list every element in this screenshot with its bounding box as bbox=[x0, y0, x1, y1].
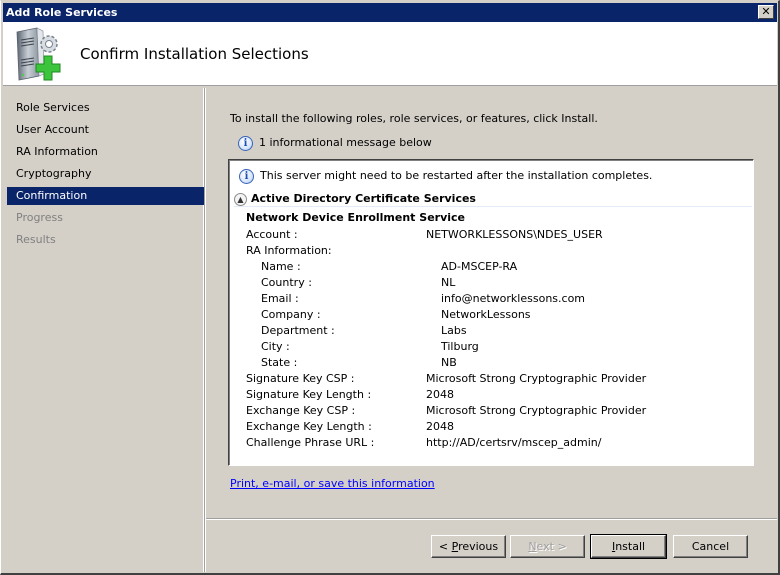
sidebar-item-results: Results bbox=[16, 233, 56, 246]
detail-row-ra-name: Name : AD-MSCEP-RA bbox=[261, 259, 741, 275]
previous-button[interactable]: < Previous bbox=[431, 535, 506, 558]
detail-key: City : bbox=[261, 340, 290, 353]
chevron-up-icon[interactable]: ▲ bbox=[234, 192, 247, 206]
detail-row-ra-country: Country : NL bbox=[261, 275, 741, 291]
next-button: Next > bbox=[510, 535, 585, 558]
next-accel: N bbox=[528, 540, 537, 553]
service-name: Network Device Enrollment Service bbox=[246, 211, 465, 224]
detail-key: Account : bbox=[246, 228, 298, 241]
detail-row-ra-state: State : NB bbox=[261, 355, 741, 371]
cancel-button[interactable]: Cancel bbox=[673, 535, 748, 558]
detail-key: RA Information: bbox=[246, 244, 332, 257]
previous-rest: revious bbox=[458, 540, 499, 553]
info-message-text: 1 informational message below bbox=[259, 136, 432, 149]
install-rest: nstall bbox=[615, 540, 646, 553]
sidebar-item-confirmation[interactable]: Confirmation bbox=[7, 187, 204, 205]
detail-value: Microsoft Strong Cryptographic Provider bbox=[426, 404, 647, 417]
detail-value: Labs bbox=[441, 324, 467, 337]
print-save-link[interactable]: Print, e-mail, or save this information bbox=[230, 477, 435, 490]
detail-row-ra-department: Department : Labs bbox=[261, 323, 741, 339]
server-add-icon bbox=[16, 27, 61, 81]
detail-key: Challenge Phrase URL : bbox=[246, 436, 375, 449]
detail-value: Tilburg bbox=[441, 340, 479, 353]
detail-key: Email : bbox=[261, 292, 299, 305]
restart-note-text: This server might need to be restarted a… bbox=[260, 169, 653, 182]
window-title: Add Role Services bbox=[6, 6, 118, 19]
detail-row-signature-csp: Signature Key CSP : Microsoft Strong Cry… bbox=[246, 371, 746, 387]
ra-information-label: RA Information: bbox=[246, 243, 746, 259]
detail-row-account: Account : NETWORKLESSONS\NDES_USER bbox=[246, 227, 746, 243]
close-icon: ✕ bbox=[761, 5, 771, 18]
detail-value: http://AD/certsrv/mscep_admin/ bbox=[426, 436, 602, 449]
previous-prefix: < bbox=[438, 540, 452, 553]
button-area-divider bbox=[206, 518, 777, 520]
detail-key: Exchange Key Length : bbox=[246, 420, 372, 433]
detail-value: info@networklessons.com bbox=[441, 292, 586, 305]
sidebar-item-role-services[interactable]: Role Services bbox=[7, 99, 204, 117]
detail-row-ra-email: Email : info@networklessons.com bbox=[261, 291, 741, 307]
detail-row-exchange-key-length: Exchange Key Length : 2048 bbox=[246, 419, 746, 435]
page-title: Confirm Installation Selections bbox=[80, 45, 309, 63]
info-icon: i bbox=[238, 135, 253, 151]
confirmation-content: To install the following roles, role ser… bbox=[206, 88, 777, 518]
detail-row-exchange-csp: Exchange Key CSP : Microsoft Strong Cryp… bbox=[246, 403, 746, 419]
detail-value: 2048 bbox=[426, 388, 454, 401]
info-icon: i bbox=[239, 168, 254, 184]
title-bar[interactable]: Add Role Services ✕ bbox=[3, 3, 777, 22]
detail-key: Exchange Key CSP : bbox=[246, 404, 356, 417]
detail-value: 2048 bbox=[426, 420, 454, 433]
detail-key: Company : bbox=[261, 308, 321, 321]
restart-note: i This server might need to be restarted … bbox=[239, 168, 652, 184]
detail-key: Signature Key CSP : bbox=[246, 372, 355, 385]
wizard-header: Confirm Installation Selections bbox=[3, 22, 777, 86]
detail-value: AD-MSCEP-RA bbox=[441, 260, 518, 273]
detail-value: NL bbox=[441, 276, 456, 289]
wizard-steps-sidebar: Role Services User Account RA Informatio… bbox=[3, 88, 204, 572]
detail-key: Country : bbox=[261, 276, 312, 289]
detail-row-ra-company: Company : NetworkLessons bbox=[261, 307, 741, 323]
install-button[interactable]: Install bbox=[590, 534, 667, 559]
add-role-services-dialog: Add Role Services ✕ Confirm Installation… bbox=[0, 0, 780, 575]
intro-text: To install the following roles, role ser… bbox=[230, 112, 598, 125]
detail-key: Signature Key Length : bbox=[246, 388, 372, 401]
sidebar-item-cryptography[interactable]: Cryptography bbox=[7, 165, 204, 183]
sidebar-item-user-account[interactable]: User Account bbox=[7, 121, 204, 139]
next-rest: ext > bbox=[536, 540, 567, 553]
detail-key: State : bbox=[261, 356, 298, 369]
detail-row-challenge-url: Challenge Phrase URL : http://AD/certsrv… bbox=[246, 435, 746, 451]
sidebar-item-ra-information[interactable]: RA Information bbox=[7, 143, 204, 161]
close-button[interactable]: ✕ bbox=[758, 5, 774, 19]
detail-row-signature-key-length: Signature Key Length : 2048 bbox=[246, 387, 746, 403]
section-title: Active Directory Certificate Services bbox=[251, 192, 476, 205]
detail-value: Microsoft Strong Cryptographic Provider bbox=[426, 372, 647, 385]
detail-key: Department : bbox=[261, 324, 335, 337]
detail-key: Name : bbox=[261, 260, 301, 273]
section-header-adcs[interactable]: ▲ Active Directory Certificate Services bbox=[234, 191, 752, 207]
detail-value: NetworkLessons bbox=[441, 308, 531, 321]
sidebar-item-progress: Progress bbox=[16, 211, 63, 224]
detail-value: NETWORKLESSONS\NDES_USER bbox=[426, 228, 603, 241]
selection-details-box[interactable]: i This server might need to be restarted … bbox=[228, 159, 754, 466]
info-message-summary: i 1 informational message below bbox=[238, 135, 432, 151]
detail-value: NB bbox=[441, 356, 457, 369]
detail-row-ra-city: City : Tilburg bbox=[261, 339, 741, 355]
